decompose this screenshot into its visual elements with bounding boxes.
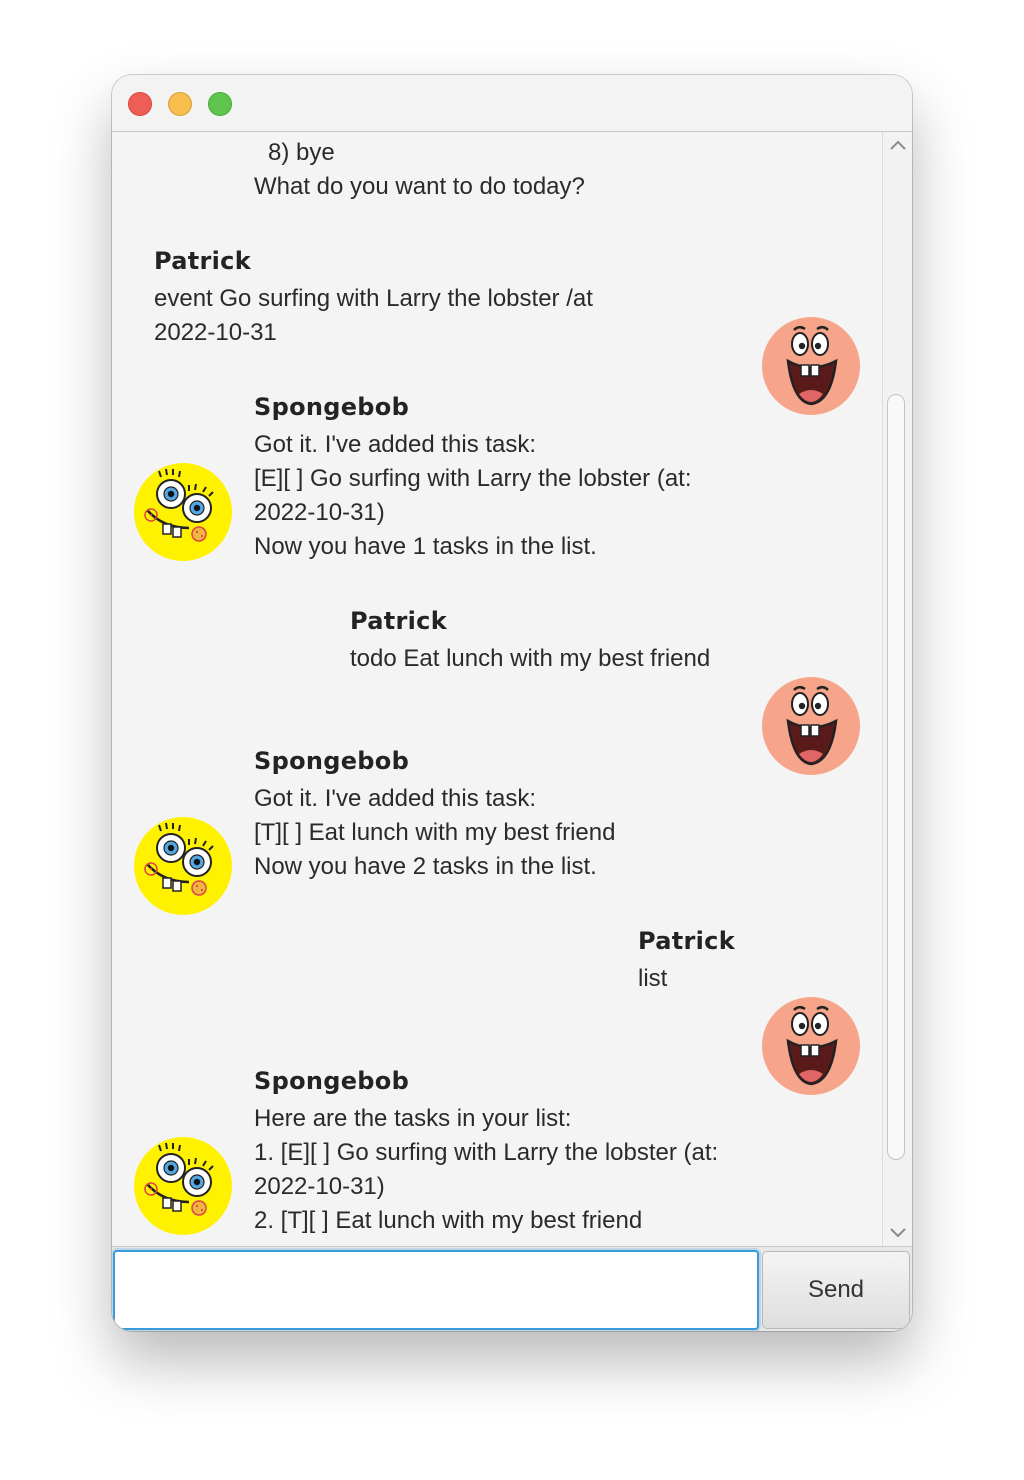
message-line: list — [638, 965, 668, 992]
message-input[interactable] — [113, 1250, 759, 1330]
spongebob-avatar-icon — [134, 1137, 232, 1235]
patrick-avatar-icon — [762, 317, 860, 415]
send-button[interactable]: Send — [762, 1251, 910, 1329]
message-line: 2022-10-31) — [254, 1173, 385, 1200]
message-line: todo Eat lunch with my best friend — [350, 645, 711, 672]
sender-name: Spongebob — [254, 747, 410, 775]
sender-name: Spongebob — [254, 393, 410, 421]
sender-name: Patrick — [638, 927, 735, 955]
message-line: 2. [T][ ] Eat lunch with my best friend — [254, 1207, 643, 1234]
sender-name: Spongebob — [254, 1067, 410, 1095]
message-line: event Go surfing with Larry the lobster … — [154, 285, 593, 312]
spongebob-avatar-icon — [134, 817, 232, 915]
message-line: What do you want to do today? — [254, 173, 585, 200]
patrick-avatar-icon — [762, 997, 860, 1095]
scroll-down-icon[interactable] — [883, 1220, 912, 1246]
spongebob-avatar-icon — [134, 463, 232, 561]
close-window-button[interactable] — [128, 92, 152, 116]
scroll-up-icon[interactable] — [883, 132, 912, 158]
patrick-avatar-icon — [762, 677, 860, 775]
sender-name: Patrick — [154, 247, 251, 275]
message-line: Now you have 1 tasks in the list. — [254, 533, 597, 560]
dialog-scroll-area[interactable]: 8) bye What do you want to do today? Pat… — [112, 132, 882, 1246]
minimize-window-button[interactable] — [168, 92, 192, 116]
message-line: Here are the tasks in your list: — [254, 1105, 572, 1132]
message-line: 2022-10-31) — [254, 499, 385, 526]
message-line: 8) bye — [268, 139, 335, 166]
message-line: Got it. I've added this task: — [254, 431, 537, 458]
message-line: Now you have 2 tasks in the list. — [254, 853, 597, 880]
app-window: 8) bye What do you want to do today? Pat… — [112, 75, 912, 1331]
scrollbar-thumb[interactable] — [887, 394, 905, 1160]
maximize-window-button[interactable] — [208, 92, 232, 116]
message-line: 1. [E][ ] Go surfing with Larry the lobs… — [254, 1139, 719, 1166]
message-line: Got it. I've added this task: — [254, 785, 537, 812]
vertical-scrollbar[interactable] — [882, 132, 912, 1246]
title-bar[interactable] — [112, 75, 912, 132]
input-bar: Send — [112, 1246, 912, 1331]
message-line: [E][ ] Go surfing with Larry the lobster… — [254, 465, 692, 492]
message-line: 2022-10-31 — [154, 319, 277, 346]
message-line: [T][ ] Eat lunch with my best friend — [254, 819, 616, 846]
sender-name: Patrick — [350, 607, 447, 635]
